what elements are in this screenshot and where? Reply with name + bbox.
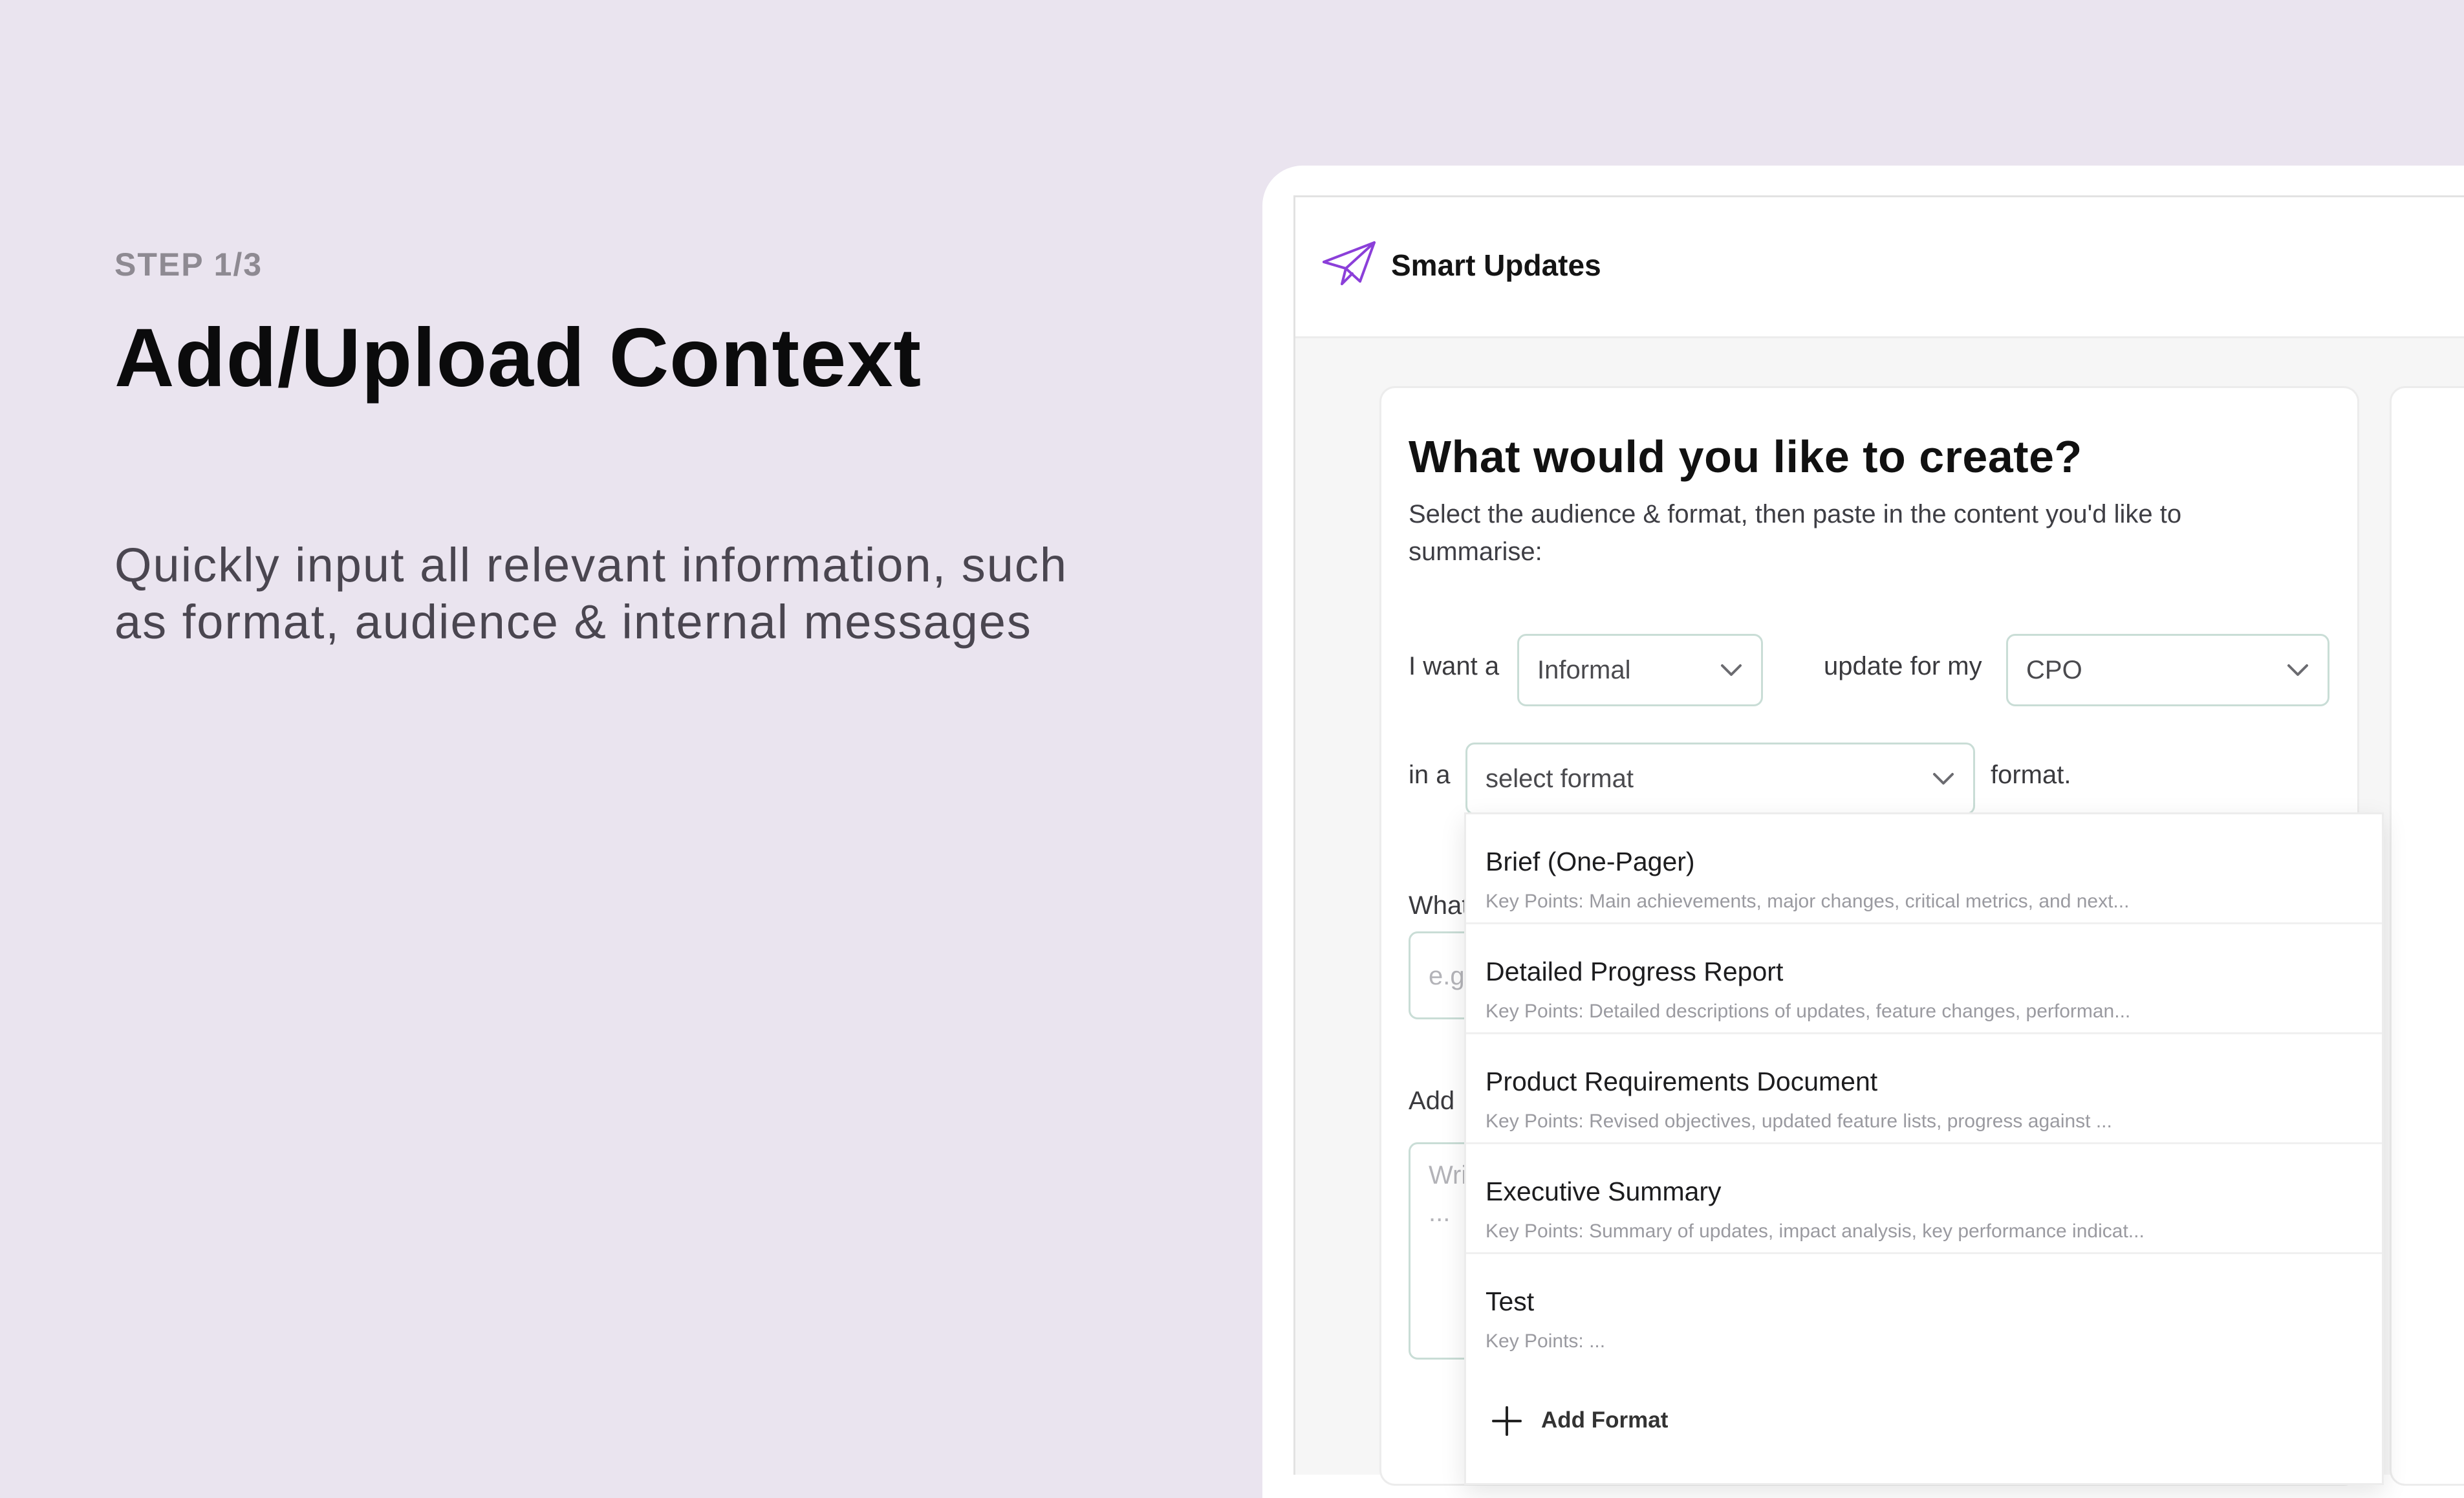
secondary-card [2390,386,2464,1486]
audience-select[interactable]: CPO [2006,634,2329,706]
format-option-desc: Key Points: Summary of updates, impact a… [1486,1221,2145,1242]
format-option-test[interactable]: Test Key Points: ... [1466,1254,2382,1364]
chevron-down-icon [1933,773,1954,785]
chevron-down-icon [1721,664,1742,676]
plus-icon [1492,1406,1522,1436]
hero-headline: Add/Upload Context [114,312,922,404]
audience-select-value: CPO [2026,656,2082,684]
format-option-desc: Key Points: Main achievements, major cha… [1486,891,2130,912]
format-option-desc: Key Points: Revised objectives, updated … [1486,1111,2112,1132]
form-subtitle: Select the audience & format, then paste… [1409,500,2182,566]
format-option-prd[interactable]: Product Requirements Document Key Points… [1466,1034,2382,1144]
sentence-i-want-a: I want a [1409,652,1500,680]
format-option-brief[interactable]: Brief (One-Pager) Key Points: Main achie… [1466,814,2382,924]
add-textarea-placeholder: Wri [1429,1161,1467,1189]
sentence-in-a: in a [1409,761,1451,789]
app-header: Smart Updates [1295,197,2464,338]
add-format-label: Add Format [1541,1407,1669,1433]
format-dropdown-menu: Brief (One-Pager) Key Points: Main achie… [1464,812,2384,1485]
format-option-title: Product Requirements Document [1486,1067,1878,1096]
format-select-placeholder: select format [1486,765,1634,793]
what-input-placeholder: e.g [1429,962,1465,990]
format-option-detailed-progress-report[interactable]: Detailed Progress Report Key Points: Det… [1466,924,2382,1034]
tone-select-value: Informal [1537,656,1631,684]
what-field-label: What [1409,891,1465,920]
chevron-down-icon [2287,664,2308,676]
format-option-title: Test [1486,1286,1535,1316]
format-option-executive-summary[interactable]: Executive Summary Key Points: Summary of… [1466,1144,2382,1254]
app-title: Smart Updates [1391,248,1601,282]
sentence-format-suffix: format. [1991,761,2071,789]
format-option-title: Executive Summary [1486,1177,1722,1206]
hero-subtext: Quickly input all relevant information, … [114,538,1068,649]
format-option-desc: Key Points: Detailed descriptions of upd… [1486,1001,2131,1022]
format-select[interactable]: select format [1465,743,1975,815]
step-indicator: STEP 1/3 [114,246,263,283]
form-title: What would you like to create? [1409,431,2082,482]
add-textarea-placeholder-continued: ... [1429,1199,1451,1227]
add-field-label: Add [1409,1087,1455,1115]
tone-select[interactable]: Informal [1517,634,1763,706]
format-option-title: Detailed Progress Report [1486,957,1784,986]
format-option-desc: Key Points: ... [1486,1330,1606,1352]
sentence-update-for-my: update for my [1824,652,1982,680]
paper-plane-icon [1323,241,1376,285]
format-option-title: Brief (One-Pager) [1486,847,1695,876]
